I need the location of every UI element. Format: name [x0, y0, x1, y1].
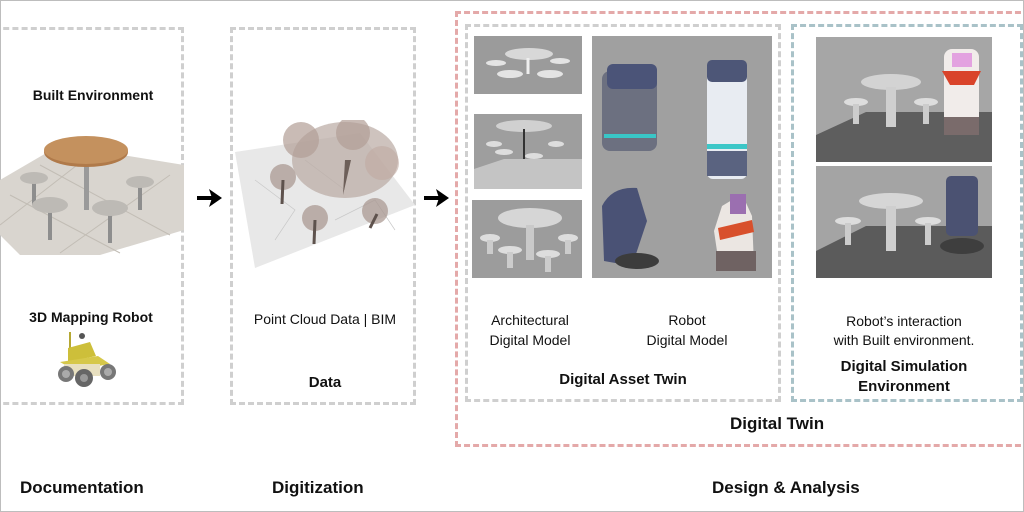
- stage-digitization: Digitization: [272, 478, 364, 497]
- architectural-model-label-line2: Digital Model: [489, 332, 571, 348]
- robot-model-label-line1: Robot: [668, 312, 706, 328]
- point-cloud-caption: Point Cloud Data | BIM: [253, 311, 397, 327]
- stage-documentation: Documentation: [20, 478, 144, 497]
- digital-twin-label: Digital Twin: [730, 414, 825, 433]
- simulation-render-1: [816, 37, 992, 162]
- data-box-title: Data: [308, 374, 342, 391]
- architectural-model-label-line1: Architectural: [491, 312, 569, 328]
- cleaning-robot-1: [602, 64, 657, 151]
- mapping-robot-label: 3D Mapping Robot: [29, 309, 153, 325]
- simulation-caption-line2: with Built environment.: [833, 332, 975, 348]
- arrow-right-icon: [423, 188, 449, 208]
- service-robot: [714, 194, 756, 271]
- simulation-title-line2: Environment: [858, 378, 950, 395]
- built-environment-label: Built Environment: [32, 87, 154, 103]
- built-environment-photo: [0, 135, 184, 255]
- architectural-model-render-2: [474, 114, 582, 189]
- architectural-model-render-3: [472, 200, 582, 278]
- delivery-robot-1: [707, 60, 747, 179]
- stage-design-analysis: Design & Analysis: [712, 478, 860, 497]
- digital-asset-twin-title: Digital Asset Twin: [559, 371, 687, 388]
- robot-models-render: [592, 36, 772, 278]
- simulation-caption-line1: Robot’s interaction: [846, 313, 962, 329]
- robot-model-label-line2: Digital Model: [646, 332, 728, 348]
- simulation-render-2: [816, 166, 992, 278]
- architectural-model-render-1: [474, 36, 582, 94]
- simulation-title-line1: Digital Simulation: [840, 358, 968, 375]
- scrubber-robot: [602, 187, 659, 269]
- point-cloud-image: [235, 120, 415, 270]
- arrow-right-icon: [196, 188, 222, 208]
- mapping-robot-icon: [52, 330, 122, 388]
